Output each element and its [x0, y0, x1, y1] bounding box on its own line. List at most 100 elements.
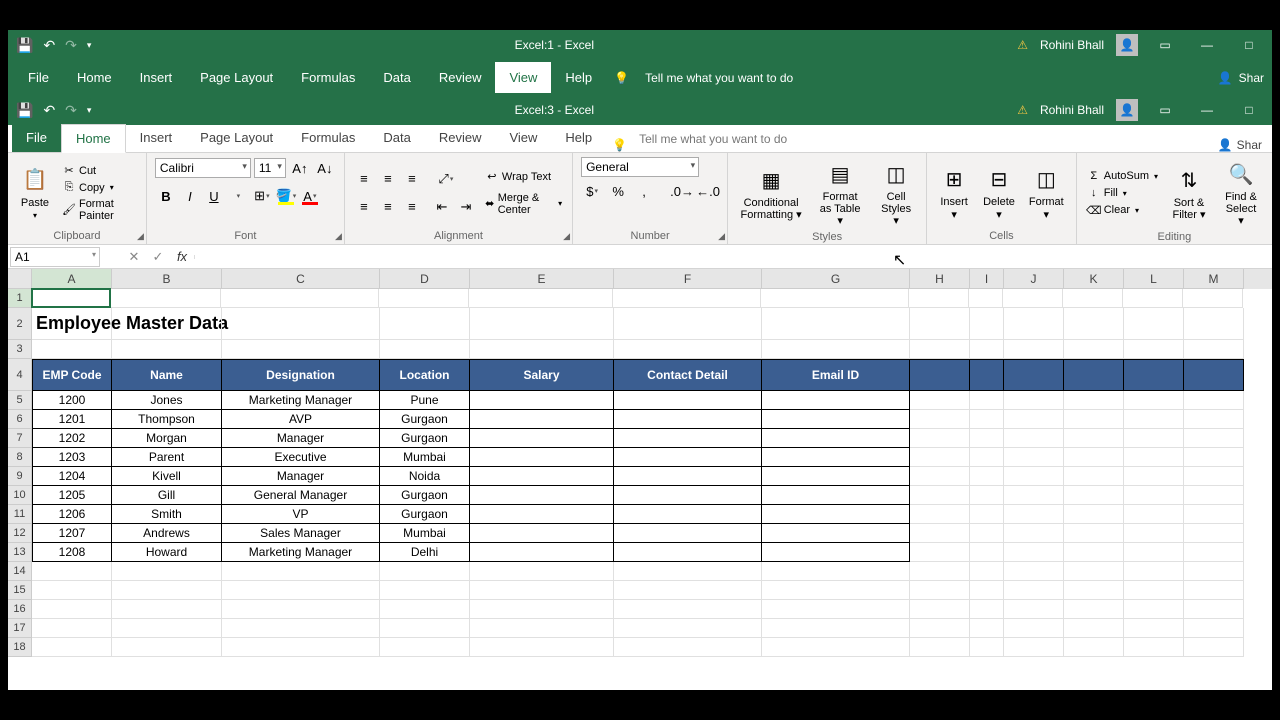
- cell[interactable]: 1206: [32, 505, 112, 524]
- cell[interactable]: [614, 391, 762, 410]
- col-header-F[interactable]: F: [614, 269, 762, 289]
- user-name[interactable]: Rohini Bhall: [1040, 38, 1104, 52]
- cell[interactable]: [470, 543, 614, 562]
- cell[interactable]: [970, 543, 1004, 562]
- cell[interactable]: [614, 619, 762, 638]
- cell[interactable]: [1124, 524, 1184, 543]
- cell[interactable]: [1004, 619, 1064, 638]
- maximize-icon[interactable]: □: [1234, 98, 1264, 122]
- format-painter-button[interactable]: 🖌Format Painter: [60, 197, 138, 223]
- cell[interactable]: [1064, 562, 1124, 581]
- col-header-D[interactable]: D: [380, 269, 470, 289]
- cell[interactable]: [1004, 359, 1064, 391]
- cell[interactable]: [970, 340, 1004, 359]
- cell[interactable]: 1207: [32, 524, 112, 543]
- cell[interactable]: [1004, 340, 1064, 359]
- cell[interactable]: Email ID: [762, 359, 910, 391]
- cell[interactable]: [910, 638, 970, 657]
- cell[interactable]: [470, 524, 614, 543]
- cell[interactable]: [222, 619, 380, 638]
- tab-formulas[interactable]: Formulas: [287, 124, 369, 152]
- cell[interactable]: [31, 288, 111, 308]
- format-button[interactable]: ◫Format▾: [1025, 162, 1068, 222]
- enter-icon[interactable]: ✓: [146, 245, 170, 268]
- cell[interactable]: 1202: [32, 429, 112, 448]
- maximize-icon[interactable]: □: [1234, 33, 1264, 57]
- cell[interactable]: [1184, 429, 1244, 448]
- cell[interactable]: [970, 448, 1004, 467]
- cell[interactable]: [762, 308, 910, 340]
- cell[interactable]: [1184, 505, 1244, 524]
- row-header[interactable]: 8: [8, 448, 32, 467]
- tab-view[interactable]: View: [495, 124, 551, 152]
- cell[interactable]: [470, 308, 614, 340]
- cell[interactable]: [614, 448, 762, 467]
- number-format-select[interactable]: General: [581, 157, 699, 177]
- cell[interactable]: [970, 581, 1004, 600]
- cell[interactable]: [1064, 410, 1124, 429]
- cell[interactable]: [112, 562, 222, 581]
- row-header[interactable]: 9: [8, 467, 32, 486]
- fx-icon[interactable]: fx: [170, 245, 194, 268]
- cell[interactable]: [1124, 505, 1184, 524]
- cell[interactable]: [1184, 340, 1244, 359]
- tab-formulas[interactable]: Formulas: [287, 62, 369, 93]
- cell[interactable]: [762, 448, 910, 467]
- cell[interactable]: [613, 289, 761, 308]
- cell[interactable]: Marketing Manager: [222, 543, 380, 562]
- cell[interactable]: 1205: [32, 486, 112, 505]
- cell[interactable]: [970, 486, 1004, 505]
- cell[interactable]: 1201: [32, 410, 112, 429]
- format-as-table-button[interactable]: ▤Format as Table ▾: [812, 157, 868, 229]
- cell[interactable]: [470, 429, 614, 448]
- cell[interactable]: [32, 340, 112, 359]
- cell[interactable]: [761, 289, 909, 308]
- cell[interactable]: Name: [112, 359, 222, 391]
- tab-review[interactable]: Review: [425, 62, 496, 93]
- cell[interactable]: VP: [222, 505, 380, 524]
- share-button[interactable]: Shar: [1239, 71, 1264, 85]
- cell[interactable]: [910, 505, 970, 524]
- cell[interactable]: Designation: [222, 359, 380, 391]
- cell[interactable]: [1004, 448, 1064, 467]
- cell[interactable]: [469, 289, 613, 308]
- fill-color-button[interactable]: 🪣: [275, 185, 297, 207]
- cell[interactable]: General Manager: [222, 486, 380, 505]
- increase-decimal-icon[interactable]: .0→: [671, 180, 693, 202]
- cell[interactable]: [910, 543, 970, 562]
- cell[interactable]: Noida: [380, 467, 470, 486]
- cell[interactable]: [1004, 638, 1064, 657]
- spreadsheet-grid[interactable]: ABCDEFGHIJKLM 12345678910111213141516171…: [8, 269, 1272, 690]
- cell[interactable]: [1184, 562, 1244, 581]
- undo-icon[interactable]: ↶: [43, 102, 55, 119]
- accounting-format-icon[interactable]: $: [581, 180, 603, 202]
- fill-button[interactable]: ↓Fill▾: [1085, 185, 1160, 201]
- align-right-icon[interactable]: ≡: [401, 196, 423, 218]
- cell[interactable]: [1064, 543, 1124, 562]
- wrap-text-button[interactable]: ↩Wrap Text: [483, 169, 564, 185]
- cell[interactable]: [1124, 429, 1184, 448]
- cell[interactable]: [1184, 359, 1244, 391]
- cell[interactable]: [910, 486, 970, 505]
- cell[interactable]: [1184, 581, 1244, 600]
- dialog-launcher-icon[interactable]: ◢: [563, 231, 570, 242]
- cell[interactable]: [614, 600, 762, 619]
- cell[interactable]: [762, 543, 910, 562]
- cell[interactable]: [910, 524, 970, 543]
- cell[interactable]: [614, 638, 762, 657]
- align-top-icon[interactable]: ≡: [353, 168, 375, 190]
- row-header[interactable]: 12: [8, 524, 32, 543]
- cell[interactable]: [222, 638, 380, 657]
- cell[interactable]: [614, 505, 762, 524]
- cell-styles-button[interactable]: ◫Cell Styles ▾: [874, 157, 918, 229]
- cell[interactable]: Location: [380, 359, 470, 391]
- bold-button[interactable]: B: [155, 185, 177, 207]
- select-all-corner[interactable]: [8, 269, 32, 289]
- cell[interactable]: [910, 340, 970, 359]
- align-bottom-icon[interactable]: ≡: [401, 168, 423, 190]
- cell[interactable]: Marketing Manager: [222, 391, 380, 410]
- cell[interactable]: [1184, 308, 1244, 340]
- col-header-E[interactable]: E: [470, 269, 614, 289]
- cell[interactable]: Executive: [222, 448, 380, 467]
- cell[interactable]: [380, 340, 470, 359]
